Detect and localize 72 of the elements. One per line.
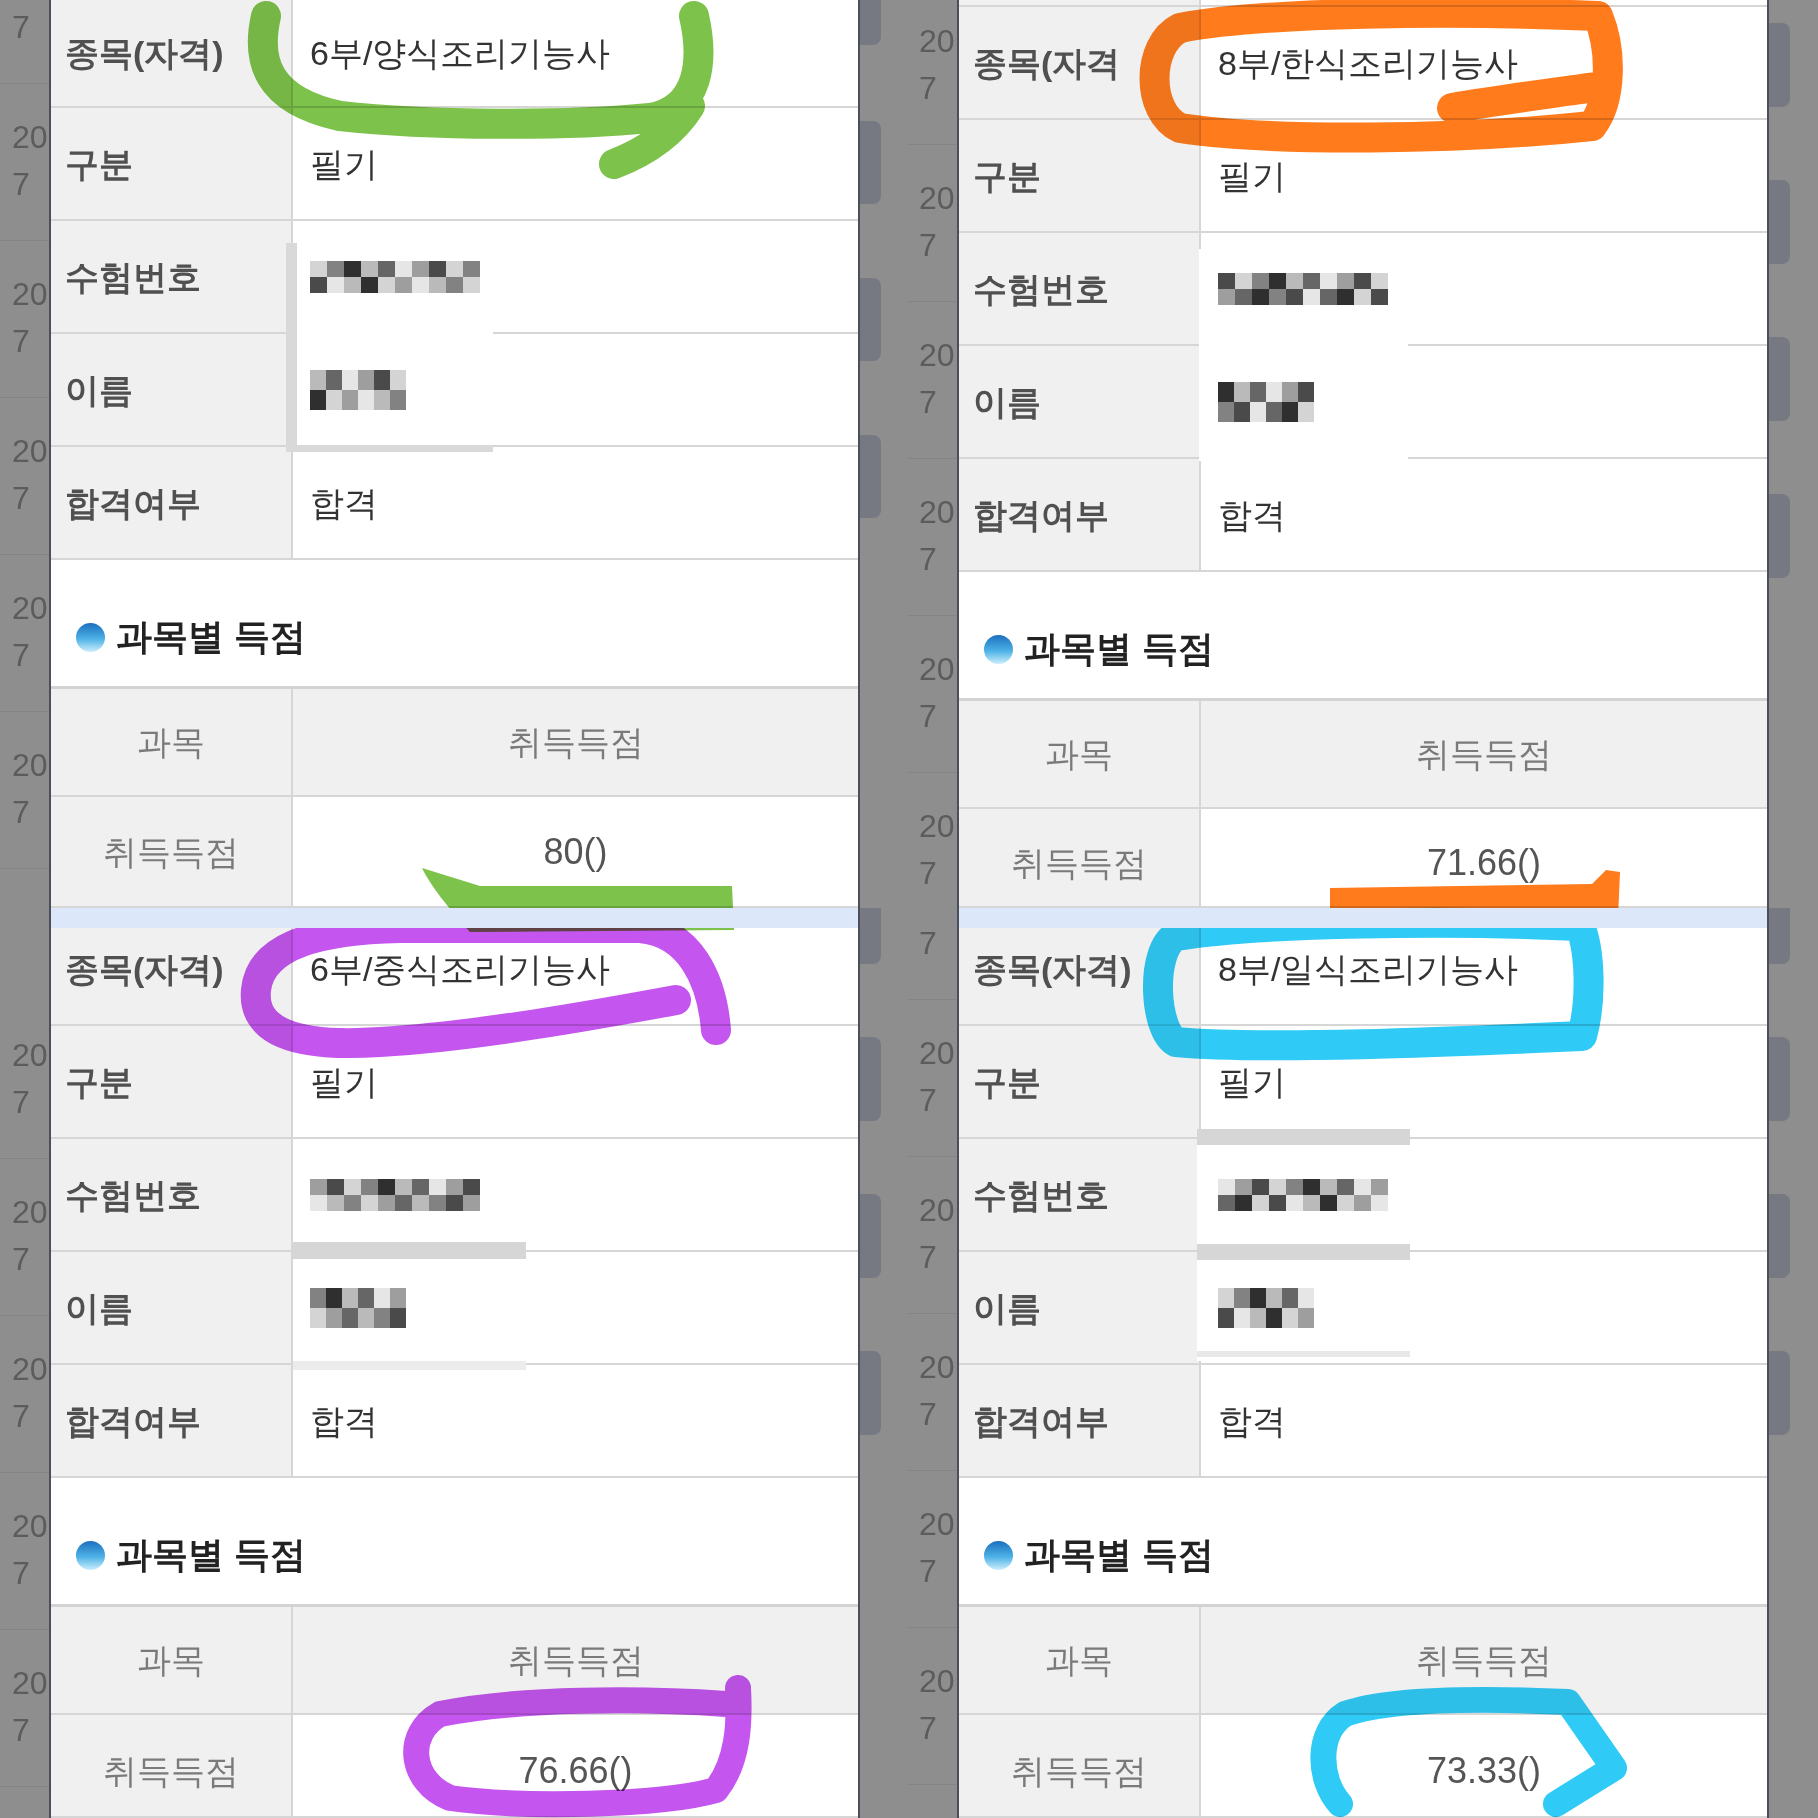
bullet-icon [984, 1540, 1013, 1570]
field-value: 6부/양식조리기능사 [310, 36, 611, 70]
field-label: 이름 [973, 384, 1041, 419]
section-title: 과목별 득점 [116, 1537, 306, 1573]
field-label: 이름 [65, 372, 133, 407]
field-value: 필기 [1218, 158, 1286, 193]
field-label: 수험번호 [65, 1177, 201, 1212]
field-label: 합격여부 [65, 485, 201, 520]
field-value: 필기 [1218, 1064, 1286, 1099]
field-label: 종목(자격 [973, 45, 1121, 80]
column-title: 과목 [137, 725, 205, 759]
background-button[interactable] [860, 0, 881, 45]
column-title: 과목 [1045, 1643, 1113, 1677]
score-value: 80() [543, 833, 608, 870]
field-label: 구분 [973, 1064, 1041, 1099]
field-value: 8부/한식조리기능사 [1218, 45, 1519, 80]
background-button[interactable] [860, 1194, 881, 1278]
column-title: 과목 [137, 1643, 205, 1677]
score-value: 71.66() [1426, 844, 1542, 881]
field-value: 8부/일식조리기능사 [1218, 952, 1519, 986]
bullet-icon [984, 634, 1013, 664]
background-button[interactable] [1769, 180, 1790, 264]
field-label: 종목(자격) [65, 36, 224, 70]
column-title: 취득득점 [507, 725, 644, 759]
bullet-icon [76, 622, 105, 652]
column-title: 취득득점 [1416, 1643, 1552, 1677]
background-button[interactable] [860, 1037, 881, 1121]
field-value: 6부/중식조리기능사 [310, 952, 611, 986]
field-label: 합격여부 [973, 497, 1109, 532]
field-value: 합격 [310, 1403, 378, 1438]
field-label: 합격여부 [973, 1403, 1109, 1438]
field-label: 구분 [65, 1064, 133, 1099]
field-value: 합격 [1218, 497, 1286, 532]
field-value: 합격 [1218, 1403, 1286, 1438]
background-button[interactable] [1769, 908, 1790, 964]
background-button[interactable] [1769, 1351, 1790, 1435]
field-label: 구분 [973, 158, 1041, 193]
section-title: 과목별 득점 [1024, 631, 1214, 667]
score-value: 73.33() [1426, 1752, 1542, 1789]
field-label: 종목(자격) [65, 952, 224, 986]
background-button[interactable] [1769, 1194, 1790, 1278]
background-button[interactable] [860, 278, 881, 361]
background-button[interactable] [860, 435, 881, 518]
background-button[interactable] [1769, 337, 1790, 421]
subject-name: 취득득점 [1011, 1753, 1147, 1788]
background-button[interactable] [860, 1351, 881, 1435]
field-label: 수험번호 [973, 1177, 1109, 1212]
field-label: 종목(자격) [973, 952, 1132, 986]
column-title: 과목 [1045, 737, 1113, 771]
bullet-icon [76, 1540, 105, 1570]
field-label: 수험번호 [65, 259, 201, 294]
subject-name: 취득득점 [103, 1753, 239, 1788]
field-value: 합격 [310, 485, 378, 520]
score-value: 76.66() [518, 1752, 633, 1789]
field-label: 합격여부 [65, 1403, 201, 1438]
field-label: 이름 [973, 1290, 1041, 1325]
background-button[interactable] [860, 121, 881, 204]
section-title: 과목별 득점 [1024, 1537, 1214, 1573]
section-title: 과목별 득점 [116, 619, 306, 655]
background-button[interactable] [1769, 1037, 1790, 1121]
column-title: 취득득점 [507, 1643, 644, 1677]
column-title: 취득득점 [1416, 737, 1552, 771]
subject-name: 취득득점 [1011, 845, 1147, 880]
field-label: 구분 [65, 146, 133, 181]
field-label: 이름 [65, 1290, 133, 1325]
background-button[interactable] [1769, 494, 1790, 578]
field-value: 필기 [310, 146, 378, 181]
background-button[interactable] [860, 908, 881, 964]
field-value: 필기 [310, 1064, 378, 1099]
subject-name: 취득득점 [103, 834, 239, 869]
field-label: 수험번호 [973, 271, 1109, 306]
background-button[interactable] [1769, 23, 1790, 107]
